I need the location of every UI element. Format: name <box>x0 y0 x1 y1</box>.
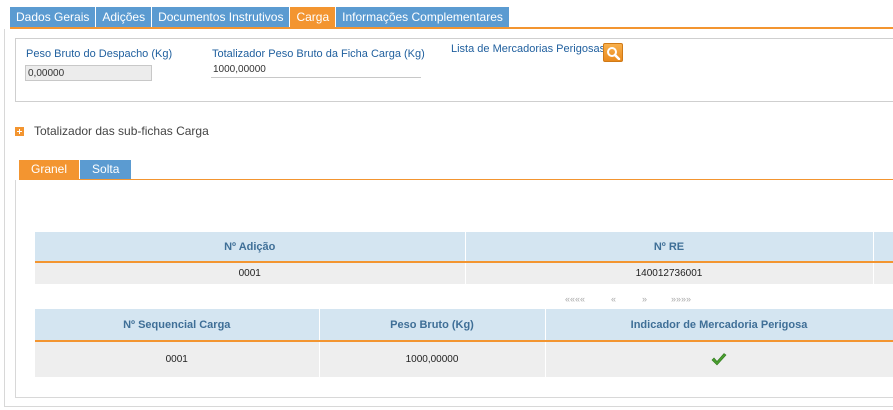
lista-mercadorias-label: Lista de Mercadorias Perigosas <box>451 43 606 55</box>
expand-plus-icon[interactable] <box>15 127 24 136</box>
adicao-table: Nº Adição Nº RE 0001 140012736001 <box>35 232 893 284</box>
tab-dados-gerais[interactable]: Dados Gerais <box>10 7 96 27</box>
peso-bruto-despacho-label: Peso Bruto do Despacho (Kg) <box>26 48 173 60</box>
pager-last-button[interactable]: »»»» <box>671 294 691 304</box>
tab-documentos-instrutivos[interactable]: Documentos Instrutivos <box>152 7 290 27</box>
column-header-empty <box>873 232 893 263</box>
totalizador-label: Totalizador das sub-fichas Carga <box>34 124 209 138</box>
tab-solta[interactable]: Solta <box>80 160 132 179</box>
pager-next-button[interactable]: » <box>642 294 647 304</box>
pager-first-button[interactable]: «««« <box>565 294 585 304</box>
totalizador-peso-label: Totalizador Peso Bruto da Ficha Carga (K… <box>212 48 425 60</box>
column-header-re[interactable]: Nº RE <box>465 232 874 263</box>
search-icon <box>607 47 621 60</box>
column-header-peso-bruto[interactable]: Peso Bruto (Kg) <box>319 309 546 342</box>
top-tab-bar: Dados Gerais Adições Documentos Instruti… <box>10 7 510 27</box>
cell-mercadoria-perigosa <box>545 341 893 377</box>
cell-empty <box>873 262 893 284</box>
column-header-adicao[interactable]: Nº Adição <box>35 232 466 263</box>
tab-granel[interactable]: Granel <box>19 160 80 179</box>
carga-table: Nº Sequencial Carga Peso Bruto (Kg) Indi… <box>35 309 893 377</box>
search-mercadorias-button[interactable] <box>603 43 623 62</box>
tab-informacoes-complementares[interactable]: Informações Complementares <box>336 7 509 27</box>
column-header-sequencial[interactable]: Nº Sequencial Carga <box>35 309 320 342</box>
cell-peso-bruto: 1000,00000 <box>319 341 546 377</box>
table-row[interactable]: 0001 140012736001 <box>35 262 893 284</box>
tab-adicoes[interactable]: Adições <box>96 7 152 27</box>
peso-bruto-despacho-input[interactable] <box>25 65 152 81</box>
table-header-row: Nº Sequencial Carga Peso Bruto (Kg) Indi… <box>35 309 893 342</box>
pager-prev-button[interactable]: « <box>611 294 616 304</box>
column-header-mercadoria-perigosa[interactable]: Indicador de Mercadoria Perigosa <box>545 309 893 342</box>
check-icon <box>711 352 727 365</box>
sub-tab-bar: Granel Solta <box>19 160 132 179</box>
cell-adicao: 0001 <box>35 262 466 284</box>
table-header-row: Nº Adição Nº RE <box>35 232 893 263</box>
tab-carga[interactable]: Carga <box>290 7 336 27</box>
cell-re: 140012736001 <box>465 262 874 284</box>
cell-sequencial: 0001 <box>35 341 320 377</box>
totalizador-peso-input[interactable] <box>211 62 421 78</box>
table-row[interactable]: 0001 1000,00000 <box>35 341 893 377</box>
